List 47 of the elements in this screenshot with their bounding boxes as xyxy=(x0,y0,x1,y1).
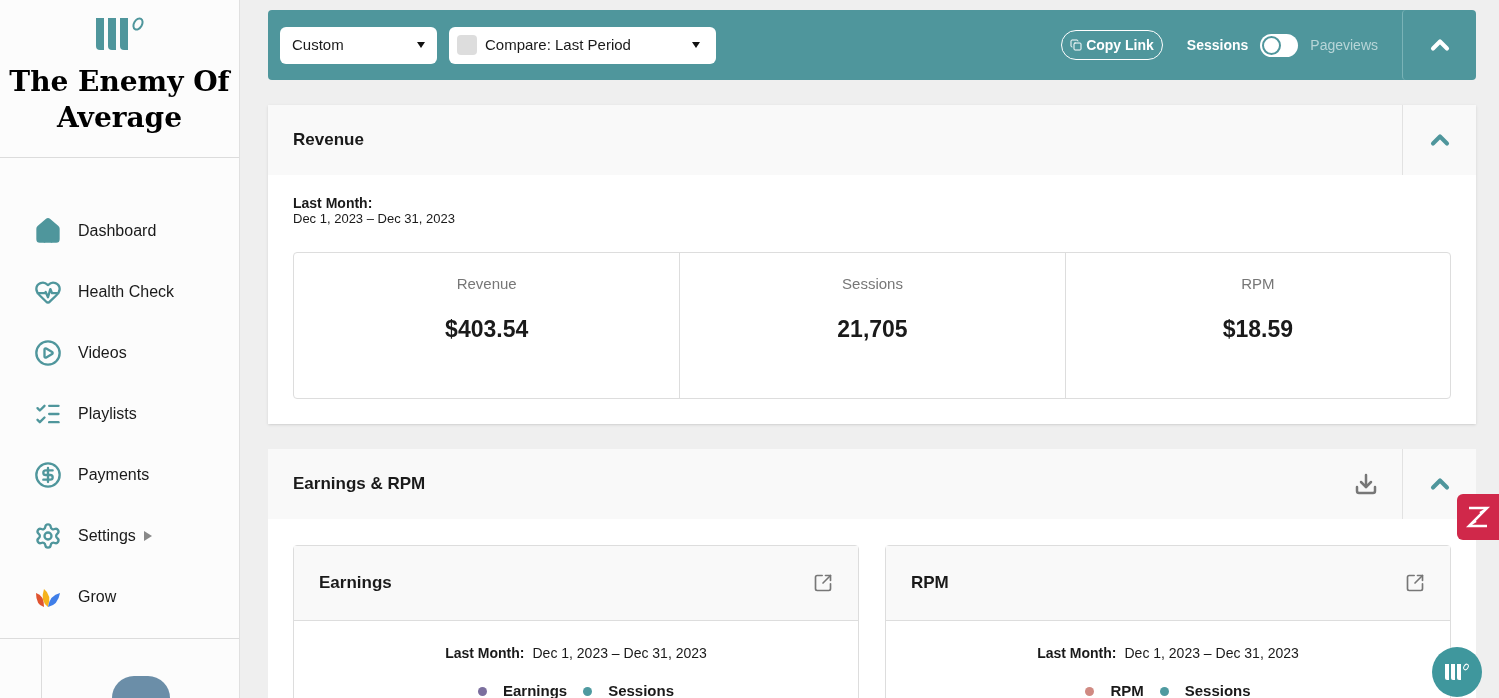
download-button[interactable] xyxy=(1354,472,1378,496)
home-icon xyxy=(34,216,62,245)
nav-item[interactable]: Dashboard xyxy=(34,200,239,261)
stat-value: $18.59 xyxy=(1222,314,1293,344)
settings-icon xyxy=(34,521,62,550)
copy-icon xyxy=(1070,39,1083,51)
stat-value: 21,705 xyxy=(837,314,908,344)
range-select[interactable]: Custom xyxy=(280,26,437,64)
card-title: RPM xyxy=(911,572,950,595)
panel-title: Earnings & RPM xyxy=(293,473,427,496)
caret-down-icon xyxy=(417,42,425,48)
panel-title: Revenue xyxy=(293,129,365,152)
card-title: Earnings xyxy=(319,572,393,595)
stat-label: Revenue xyxy=(456,274,517,294)
nav-item[interactable]: Videos xyxy=(34,322,239,383)
period-range: Dec 1, 2023 – Dec 31, 2023 xyxy=(532,644,707,663)
logo-icon xyxy=(1444,663,1470,681)
stat-value: $403.54 xyxy=(445,314,529,344)
external-link-icon[interactable] xyxy=(813,573,833,593)
logo-icon xyxy=(93,16,146,52)
checkbox[interactable] xyxy=(457,35,477,55)
toggle-switch[interactable] xyxy=(1260,33,1299,57)
nav-item[interactable]: Settings xyxy=(34,505,239,566)
play-icon xyxy=(34,338,62,367)
caret-down-icon xyxy=(692,42,700,48)
period-label: Last Month: xyxy=(445,644,525,663)
legend-label: Sessions xyxy=(1184,681,1251,698)
nav-item[interactable]: Playlists xyxy=(34,383,239,444)
download-icon xyxy=(1354,472,1378,496)
external-link-icon[interactable] xyxy=(1405,573,1425,593)
site-title: The Enemy Of Average xyxy=(8,64,232,136)
legend-label: RPM xyxy=(1110,681,1144,698)
nav-item[interactable]: Payments xyxy=(34,444,239,505)
period-label: Last Month: xyxy=(293,195,374,211)
period-range: Dec 1, 2023 – Dec 31, 2023 xyxy=(1124,644,1299,663)
period-label: Last Month: xyxy=(1037,644,1117,663)
toggle-label: Pageviews xyxy=(1310,35,1378,55)
toggle-label: Sessions xyxy=(1186,35,1249,55)
stat-label: RPM xyxy=(1241,274,1275,294)
nav-item[interactable]: Health Check xyxy=(34,261,239,322)
share-button[interactable] xyxy=(1457,494,1499,540)
avatar[interactable] xyxy=(111,676,170,698)
stat-label: Sessions xyxy=(842,274,903,294)
period-range: Dec 1, 2023 – Dec 31, 2023 xyxy=(293,211,456,227)
legend-label: Sessions xyxy=(608,681,675,698)
nav-item[interactable]: Grow xyxy=(34,566,239,627)
compare-select[interactable]: Compare: Last Period xyxy=(449,26,716,64)
